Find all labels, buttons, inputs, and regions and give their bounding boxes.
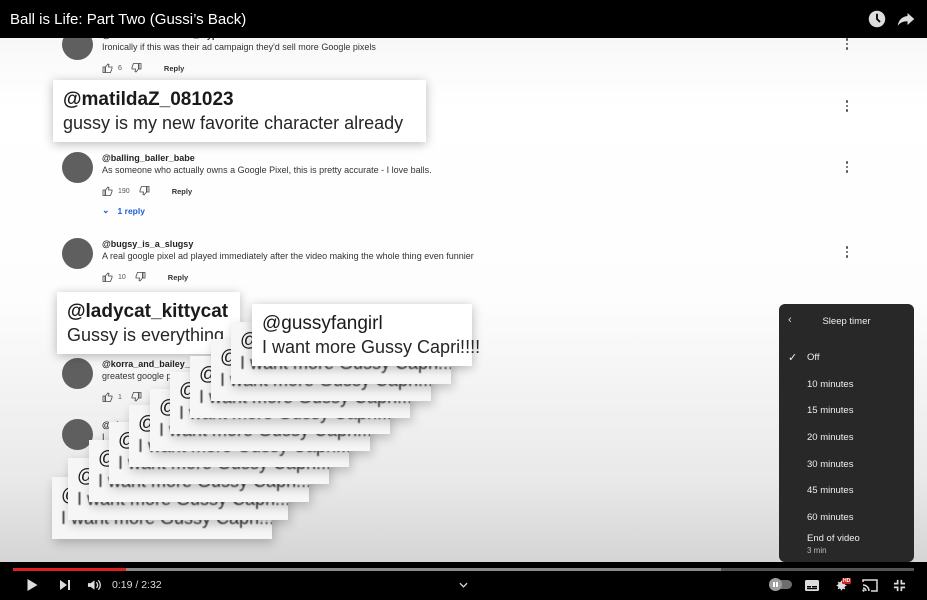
avatar — [62, 238, 93, 269]
sleep-timer-header: ‹ Sleep timer — [779, 304, 914, 338]
more-options-icon — [845, 161, 849, 173]
share-icon[interactable] — [897, 10, 915, 28]
more-options-icon — [845, 100, 849, 112]
sleep-option-45[interactable]: 45 minutes — [779, 478, 914, 502]
sleep-option-15[interactable]: 15 minutes — [779, 398, 914, 422]
like-count: 190 — [118, 187, 130, 195]
exit-fullscreen-icon — [893, 579, 905, 591]
sleep-option-10[interactable]: 10 minutes — [779, 372, 914, 396]
cast-icon — [862, 578, 878, 592]
sleep-timer-menu: ‹ Sleep timer ✓ Off 10 minutes 15 minute… — [779, 304, 914, 562]
option-label: End of video — [807, 533, 860, 544]
comment-text: Ironically if this was their ad campaign… — [102, 42, 376, 52]
video-title[interactable]: Ball is Life: Part Two (Gussi’s Back) — [10, 11, 246, 28]
chevron-down-icon — [458, 582, 468, 588]
thumbs-down-icon — [135, 272, 146, 282]
thumbs-up-icon — [102, 392, 113, 402]
avatar — [62, 358, 93, 389]
reply-button: Reply — [163, 63, 185, 73]
skip-next-icon — [60, 580, 70, 590]
replies-count: 1 reply — [117, 205, 145, 216]
like-count: 6 — [118, 64, 122, 72]
subtitles-icon — [804, 579, 819, 591]
thumbs-up-icon — [102, 63, 113, 73]
sleep-option-60[interactable]: 60 minutes — [779, 505, 914, 529]
option-label: 10 minutes — [807, 378, 854, 390]
callout-card: @matildaZ_081023 gussy is my new favorit… — [53, 80, 426, 142]
thumbs-down-icon — [131, 63, 142, 73]
sleep-option-end-of-video[interactable]: End of video 3 min — [779, 529, 914, 559]
option-label: 45 minutes — [807, 484, 854, 496]
callout-username: @gussyfangirl — [262, 313, 383, 334]
thumbs-up-icon — [102, 272, 113, 282]
time-display: 0:19 / 2:32 — [112, 579, 162, 591]
more-options-icon — [845, 246, 849, 258]
back-chevron-icon[interactable]: ‹ — [788, 314, 792, 326]
callout-text: Gussy is everything — [67, 325, 225, 345]
chevron-down-icon: ⌄ — [102, 205, 110, 215]
sleep-option-off[interactable]: ✓ Off — [779, 345, 914, 369]
option-label: Off — [807, 351, 820, 363]
play-button[interactable] — [25, 578, 39, 592]
view-replies-link: ⌄ 1 reply — [102, 205, 702, 216]
volume-button[interactable] — [86, 578, 102, 592]
option-sublabel: 3 min — [807, 546, 827, 555]
like-count: 1 — [118, 393, 122, 401]
callout-text: I want more Gussy Capri!!!! — [262, 337, 481, 357]
sleep-option-30[interactable]: 30 minutes — [779, 452, 914, 476]
progress-bar[interactable] — [13, 568, 914, 571]
callout-text: gussy is my new favorite character alrea… — [63, 113, 404, 133]
thumbs-up-icon — [102, 186, 113, 196]
callout-username: @matildaZ_081023 — [63, 89, 234, 110]
callout-card: @gussyfangirl I want more Gussy Capri!!!… — [252, 304, 481, 366]
cast-button[interactable] — [862, 578, 878, 592]
option-label: 15 minutes — [807, 404, 854, 416]
comment-text: As someone who actually owns a Google Pi… — [102, 165, 432, 175]
reply-button: Reply — [167, 272, 189, 282]
video-title-bar: Ball is Life: Part Two (Gussi’s Back) — [0, 0, 927, 38]
expand-chapters-button[interactable] — [457, 578, 469, 592]
watch-later-icon[interactable] — [868, 10, 886, 28]
hd-badge: HD — [842, 578, 852, 584]
exit-fullscreen-button[interactable] — [892, 578, 906, 592]
volume-icon — [87, 579, 101, 591]
comment-text: A real google pixel ad played immediatel… — [102, 251, 474, 261]
subtitles-button[interactable] — [804, 578, 819, 592]
played-bar — [13, 568, 126, 571]
like-count: 10 — [118, 273, 126, 281]
option-label: 60 minutes — [807, 511, 854, 523]
option-label: 20 minutes — [807, 431, 854, 443]
comment-username: @bugsy_is_a_slugsy — [102, 239, 194, 249]
more-options-icon — [845, 38, 849, 50]
callout-username: @ladycat_kittycat — [67, 301, 229, 322]
autoplay-toggle[interactable] — [769, 578, 792, 591]
avatar — [62, 152, 93, 183]
comment-username: @balling_baller_babe — [102, 153, 195, 163]
option-label: 30 minutes — [807, 458, 854, 470]
thumbs-down-icon — [139, 186, 150, 196]
reply-button: Reply — [171, 186, 193, 196]
sleep-timer-title: Sleep timer — [822, 315, 871, 327]
pause-icon — [769, 578, 782, 591]
checkmark-icon: ✓ — [788, 351, 798, 364]
next-button[interactable] — [58, 578, 72, 592]
play-icon — [27, 579, 37, 591]
thumbs-down-icon — [131, 392, 142, 402]
sleep-option-20[interactable]: 20 minutes — [779, 425, 914, 449]
